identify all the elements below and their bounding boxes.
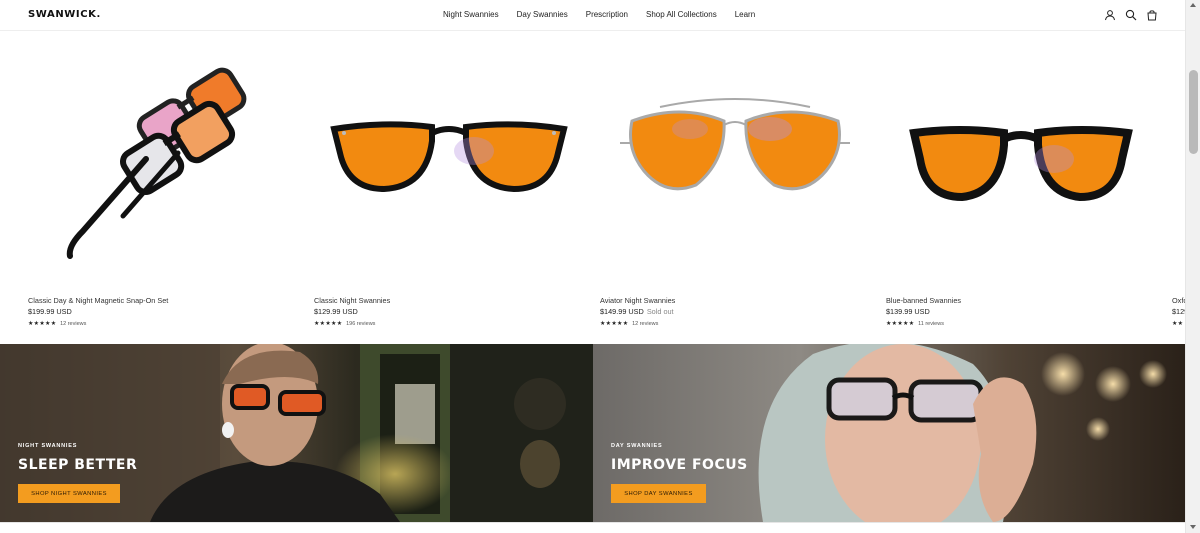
product-image[interactable] xyxy=(314,41,584,281)
banner-night-swannies[interactable]: NIGHT SWANNIES SLEEP BETTER SHOP NIGHT S… xyxy=(0,344,593,522)
page-bottom-strip xyxy=(0,522,1185,533)
scrollbar-thumb[interactable] xyxy=(1189,70,1198,154)
product-title[interactable]: Classic Night Swannies xyxy=(314,296,390,305)
product-title[interactable]: Classic Day & Night Magnetic Snap-On Set xyxy=(28,296,168,305)
product-title[interactable]: Aviator Night Swannies xyxy=(600,296,675,305)
banner-kicker: NIGHT SWANNIES xyxy=(18,443,78,449)
banner-title: IMPROVE FOCUS xyxy=(611,457,748,473)
shop-day-swannies-button[interactable]: SHOP DAY SWANNIES xyxy=(611,484,706,503)
product-rating: ★★★★★ 11 reviews xyxy=(886,320,944,327)
nav-prescription[interactable]: Prescription xyxy=(586,10,628,19)
product-price: $199.99 USD xyxy=(28,307,72,316)
product-price: $129.99 USD xyxy=(314,307,358,316)
product-image[interactable] xyxy=(28,41,298,281)
site-header: SWANWICK. Night Swannies Day Swannies Pr… xyxy=(0,0,1185,31)
nav-learn[interactable]: Learn xyxy=(735,10,755,19)
rating-stars: ★★★★★ xyxy=(886,320,915,327)
product-title[interactable]: Blue-banned Swannies xyxy=(886,296,961,305)
product-card[interactable]: Classic Night Swannies $129.99 USD ★★★★★… xyxy=(314,31,584,343)
main-nav: Night Swannies Day Swannies Prescription… xyxy=(443,10,755,19)
scroll-up-arrow-icon[interactable] xyxy=(1190,3,1196,7)
scroll-down-arrow-icon[interactable] xyxy=(1190,525,1196,529)
product-title[interactable]: Oxfo xyxy=(1172,296,1185,305)
review-count: 11 reviews xyxy=(918,321,944,327)
product-rating: ★★★★★ 12 reviews xyxy=(600,320,658,327)
rating-stars: ★★★★★ xyxy=(28,320,57,327)
product-card[interactable]: Aviator Night Swannies $149.99 USD Sold o… xyxy=(600,31,870,343)
product-rating: ★★ xyxy=(1172,320,1183,327)
product-image[interactable] xyxy=(886,41,1156,281)
account-icon[interactable] xyxy=(1104,9,1116,21)
shop-night-swannies-button[interactable]: SHOP NIGHT SWANNIES xyxy=(18,484,120,503)
nav-day-swannies[interactable]: Day Swannies xyxy=(517,10,568,19)
review-count: 12 reviews xyxy=(632,321,659,327)
product-price: $129 xyxy=(1172,307,1185,316)
product-image[interactable] xyxy=(600,41,870,281)
banner-title: SLEEP BETTER xyxy=(18,457,138,473)
product-card[interactable]: Classic Day & Night Magnetic Snap-On Set… xyxy=(28,31,298,343)
product-rating: ★★★★★ 12 reviews xyxy=(28,320,86,327)
product-price: $149.99 USD Sold out xyxy=(600,307,674,316)
brand-logo[interactable]: SWANWICK. xyxy=(28,9,101,20)
nav-night-swannies[interactable]: Night Swannies xyxy=(443,10,499,19)
nav-shop-all-collections[interactable]: Shop All Collections xyxy=(646,10,717,19)
page-scrollbar[interactable] xyxy=(1185,0,1200,533)
product-card[interactable]: Blue-banned Swannies $139.99 USD ★★★★★ 1… xyxy=(886,31,1156,343)
search-icon[interactable] xyxy=(1125,9,1137,21)
banner-day-swannies[interactable]: DAY SWANNIES IMPROVE FOCUS SHOP DAY SWAN… xyxy=(593,344,1185,522)
rating-stars: ★★★★★ xyxy=(314,320,343,327)
product-rating: ★★★★★ 196 reviews xyxy=(314,320,375,327)
product-price: $139.99 USD xyxy=(886,307,930,316)
review-count: 12 reviews xyxy=(60,321,87,327)
rating-stars: ★★ xyxy=(1172,320,1184,327)
sold-out-label: Sold out xyxy=(646,307,674,316)
product-card[interactable]: Oxfo $129 ★★ xyxy=(1172,31,1185,343)
review-count: 196 reviews xyxy=(346,321,376,327)
banner-kicker: DAY SWANNIES xyxy=(611,443,663,449)
cart-icon[interactable] xyxy=(1146,9,1158,21)
product-carousel: Classic Day & Night Magnetic Snap-On Set… xyxy=(0,31,1185,343)
rating-stars: ★★★★★ xyxy=(600,320,629,327)
